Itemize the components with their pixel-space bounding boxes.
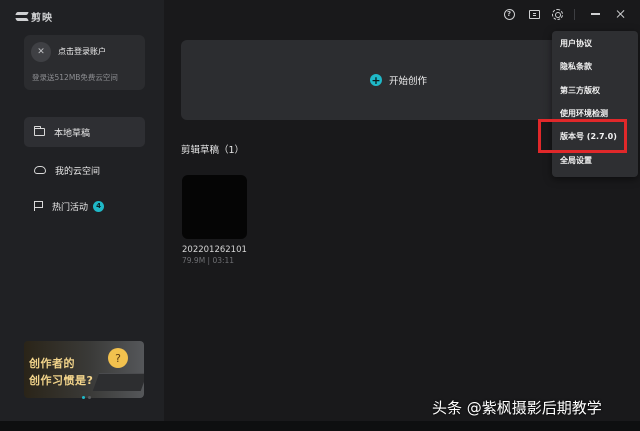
feedback-button[interactable]	[527, 7, 541, 21]
carousel-dot[interactable]	[88, 396, 91, 399]
app-logo: 剪映	[16, 9, 53, 24]
gear-icon	[551, 8, 563, 20]
sidebar-item-cloud-space[interactable]: 我的云空间	[24, 155, 145, 185]
promo-banner[interactable]: 创作者的 创作习惯是? ?	[24, 341, 144, 398]
menu-item-user-agreement[interactable]: 用户协议	[560, 38, 592, 49]
sidebar-item-local-drafts[interactable]: 本地草稿	[24, 117, 145, 147]
keyboard-illustration	[92, 373, 144, 391]
start-creation-label: 开始创作	[389, 76, 428, 87]
minimize-icon	[590, 13, 600, 15]
app-logo-text: 剪映	[31, 13, 53, 24]
notification-badge: 4	[93, 200, 105, 212]
carousel-dot[interactable]	[82, 396, 85, 399]
capcut-logo-icon	[16, 12, 28, 21]
drafts-section-title: 剪辑草稿（1）	[181, 145, 245, 156]
thinking-face-icon: ?	[108, 348, 128, 368]
draft-name[interactable]: 202201262101	[182, 245, 247, 255]
settings-button[interactable]	[550, 7, 564, 21]
menu-item-global-settings[interactable]: 全局设置	[560, 155, 592, 166]
menu-item-privacy[interactable]: 隐私条款	[560, 61, 592, 72]
cloud-icon	[34, 166, 46, 174]
draft-thumbnail[interactable]	[182, 175, 247, 239]
cloud-promo-text: 登录送512MB免费云空间	[32, 73, 118, 82]
close-icon	[615, 9, 625, 19]
avatar: ✕	[31, 42, 51, 62]
folder-icon	[34, 126, 45, 136]
sidebar-item-label: 本地草稿	[54, 128, 91, 139]
sidebar-item-hot-events[interactable]: 热门活动 4	[24, 191, 145, 221]
carousel-dots	[82, 396, 91, 399]
draft-meta: 79.9M | 03:11	[182, 256, 235, 265]
close-button[interactable]	[613, 7, 627, 21]
promo-line-1: 创作者的	[29, 357, 75, 370]
help-icon: ?	[503, 8, 515, 20]
sidebar: 剪映 ✕ 点击登录账户 登录送512MB免费云空间 本地草稿 我的云空间 热门活…	[0, 0, 164, 421]
login-label[interactable]: 点击登录账户	[58, 46, 106, 57]
account-card[interactable]: ✕ 点击登录账户 登录送512MB免费云空间	[24, 35, 145, 90]
version-highlight-box	[538, 119, 627, 153]
plus-icon: +	[370, 73, 382, 87]
menu-item-environment-check[interactable]: 使用环境检测	[560, 108, 608, 119]
flag-icon	[34, 201, 43, 211]
settings-dropdown-menu: 用户协议 隐私条款 第三方版权 使用环境检测 版本号 (2.7.0) 全局设置	[552, 31, 638, 177]
app-window: 剪映 ✕ 点击登录账户 登录送512MB免费云空间 本地草稿 我的云空间 热门活…	[0, 0, 640, 421]
titlebar-divider	[574, 9, 575, 20]
sidebar-item-label: 我的云空间	[55, 166, 101, 177]
sidebar-item-label: 热门活动	[52, 202, 89, 213]
help-button[interactable]: ?	[502, 7, 516, 21]
watermark-text: 头条 @紫枫摄影后期教学	[432, 399, 602, 417]
feedback-icon	[528, 9, 540, 19]
menu-item-third-party-copyright[interactable]: 第三方版权	[560, 85, 600, 96]
promo-line-2: 创作习惯是?	[29, 374, 94, 387]
minimize-button[interactable]	[588, 7, 602, 21]
start-creation-content: + 开始创作	[370, 73, 427, 87]
desktop-strip	[0, 421, 640, 431]
